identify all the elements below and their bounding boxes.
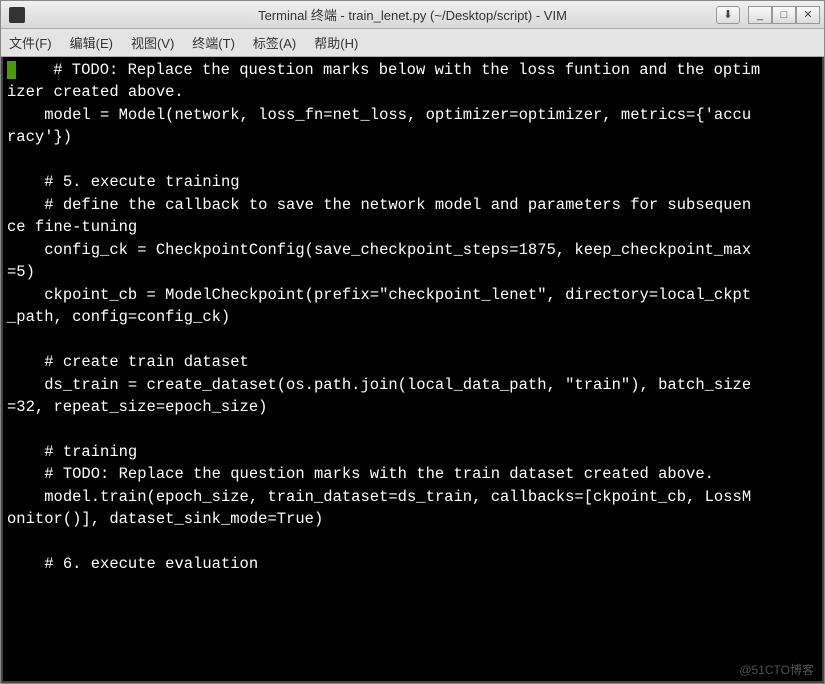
code-line: # define the callback to save the networ… — [7, 196, 751, 214]
code-line: ce fine-tuning — [7, 218, 137, 236]
menu-edit[interactable]: 编辑(E) — [70, 33, 113, 52]
close-button[interactable]: ✕ — [796, 6, 820, 24]
code-line: # TODO: Replace the question marks below… — [16, 61, 760, 79]
code-line: # 5. execute training — [7, 173, 240, 191]
code-line: ds_train = create_dataset(os.path.join(l… — [7, 376, 751, 394]
code-line: # create train dataset — [7, 353, 249, 371]
cursor-icon — [7, 61, 16, 79]
titlebar: Terminal 终端 - train_lenet.py (~/Desktop/… — [1, 1, 824, 29]
menubar: 文件(F) 编辑(E) 视图(V) 终端(T) 标签(A) 帮助(H) — [1, 29, 824, 57]
code-line: # TODO: Replace the question marks with … — [7, 465, 714, 483]
watermark: @51CTO博客 — [739, 662, 814, 679]
code-line: model = Model(network, loss_fn=net_loss,… — [7, 106, 751, 124]
pin-button[interactable]: ⬇ — [716, 6, 740, 24]
code-line: racy'}) — [7, 128, 72, 146]
terminal-window: Terminal 终端 - train_lenet.py (~/Desktop/… — [0, 0, 825, 684]
menu-file[interactable]: 文件(F) — [9, 33, 52, 52]
app-icon — [9, 7, 25, 23]
window-controls: ⬇ _ □ ✕ — [716, 6, 820, 24]
code-line: =32, repeat_size=epoch_size) — [7, 398, 267, 416]
terminal-content[interactable]: # TODO: Replace the question marks below… — [1, 57, 824, 683]
code-line: izer created above. — [7, 83, 184, 101]
code-line: config_ck = CheckpointConfig(save_checkp… — [7, 241, 751, 259]
menu-help[interactable]: 帮助(H) — [314, 33, 358, 52]
maximize-button[interactable]: □ — [772, 6, 796, 24]
menu-tabs[interactable]: 标签(A) — [253, 33, 296, 52]
menu-terminal[interactable]: 终端(T) — [192, 33, 235, 52]
code-line: ckpoint_cb = ModelCheckpoint(prefix="che… — [7, 286, 751, 304]
code-line: =5) — [7, 263, 35, 281]
code-line: onitor()], dataset_sink_mode=True) — [7, 510, 323, 528]
minimize-button[interactable]: _ — [748, 6, 772, 24]
menu-view[interactable]: 视图(V) — [131, 33, 174, 52]
code-line: model.train(epoch_size, train_dataset=ds… — [7, 488, 751, 506]
code-line: # 6. execute evaluation — [7, 555, 258, 573]
window-title: Terminal 终端 - train_lenet.py (~/Desktop/… — [258, 5, 567, 24]
code-line: # training — [7, 443, 137, 461]
code-line: _path, config=config_ck) — [7, 308, 230, 326]
